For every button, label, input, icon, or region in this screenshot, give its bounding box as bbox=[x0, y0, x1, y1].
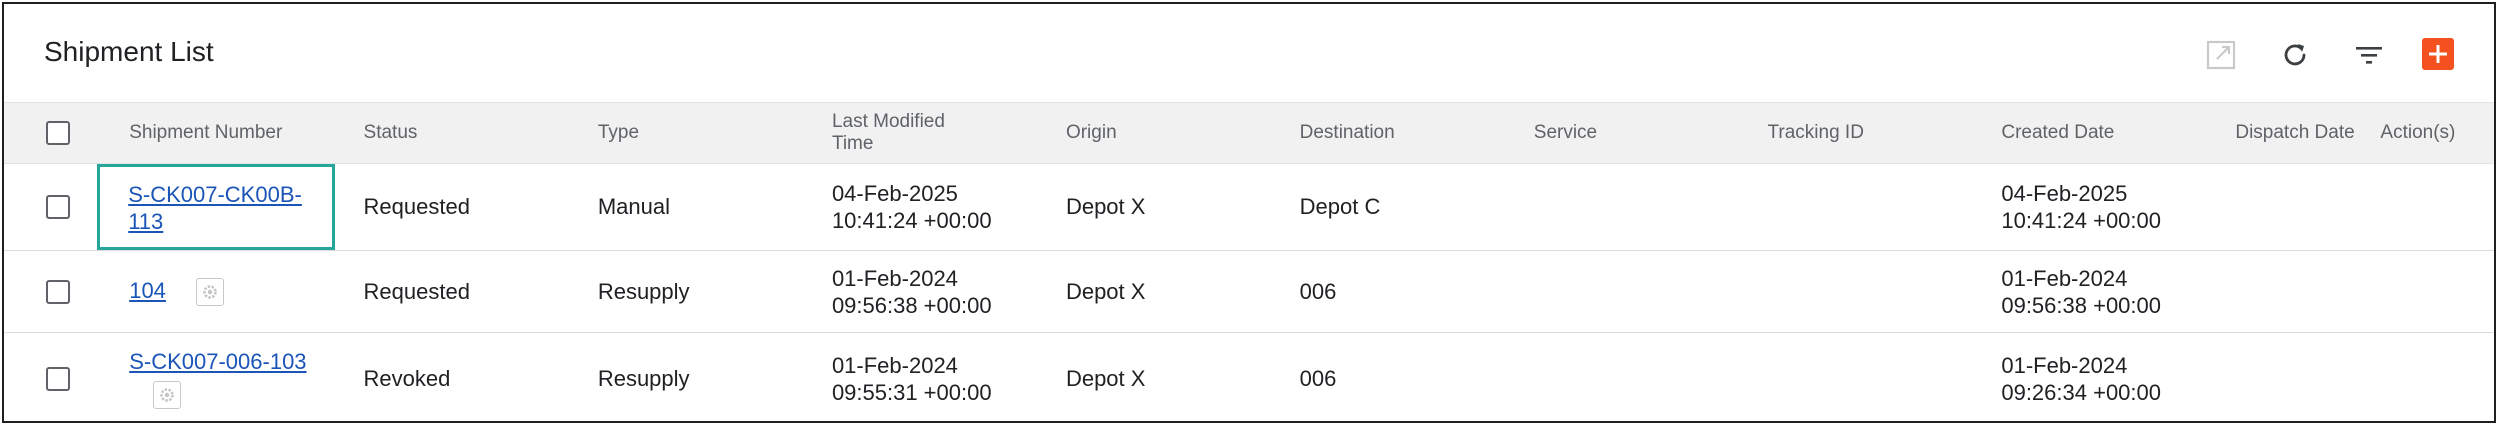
created-time: 10:41:24 +00:00 bbox=[2001, 208, 2161, 233]
column-last-modified-line1: Last Modified bbox=[831, 111, 945, 132]
last-modified-cell: 01-Feb-2024 09:55:31 +00:00 bbox=[832, 333, 1066, 426]
shipment-number-cell: S-CK007-006-103 bbox=[129, 333, 363, 426]
column-dispatch-date[interactable]: Dispatch Date bbox=[2235, 102, 2381, 164]
origin-cell: Depot X bbox=[1065, 366, 1146, 391]
tracking-id-cell bbox=[1767, 250, 2002, 333]
status-cell: Requested bbox=[363, 250, 598, 333]
column-last-modified-time[interactable]: Last Modified Time bbox=[831, 102, 1066, 164]
settings-button[interactable] bbox=[196, 278, 225, 307]
row-checkbox[interactable] bbox=[46, 195, 70, 219]
table-row: S-CK007-006-103 Revoked Resupply 01-Feb-… bbox=[4, 333, 2494, 426]
select-all-checkbox[interactable] bbox=[46, 121, 70, 145]
created-time: 09:26:34 +00:00 bbox=[2001, 380, 2161, 405]
add-shipment-button[interactable] bbox=[2422, 38, 2454, 70]
destination-cell: Depot C bbox=[1299, 163, 1534, 251]
actions-cell bbox=[2380, 250, 2494, 333]
created-date: 01-Feb-2024 bbox=[2001, 353, 2128, 378]
last-modified-cell: 04-Feb-2025 10:41:24 +00:00 bbox=[831, 163, 1066, 251]
tracking-id-cell bbox=[1767, 163, 2002, 251]
created-date: 01-Feb-2024 bbox=[2001, 265, 2128, 291]
created-date: 04-Feb-2025 bbox=[2001, 181, 2128, 206]
gear-icon bbox=[203, 285, 217, 299]
shipment-number-link[interactable]: S-CK007-CK00B- 113 bbox=[128, 182, 302, 234]
column-last-modified-line2: Time bbox=[831, 133, 874, 154]
modified-date: 04-Feb-2025 bbox=[831, 181, 958, 206]
destination-cell: 006 bbox=[1299, 250, 1534, 333]
shipment-number-link[interactable]: 104 bbox=[129, 278, 166, 303]
service-cell bbox=[1533, 163, 1768, 251]
service-cell bbox=[1534, 333, 1768, 426]
column-tracking-id[interactable]: Tracking ID bbox=[1767, 102, 2002, 164]
refresh-icon bbox=[2284, 44, 2306, 66]
add-icon bbox=[2429, 45, 2447, 63]
status-cell: Revoked bbox=[363, 366, 451, 391]
dispatch-date-cell bbox=[2235, 163, 2381, 251]
row-checkbox[interactable] bbox=[46, 367, 70, 391]
modified-time: 09:55:31 +00:00 bbox=[831, 380, 992, 405]
column-actions: Action(s) bbox=[2380, 102, 2494, 164]
gear-icon bbox=[160, 388, 175, 402]
focused-shipment-link-box: S-CK007-CK00B- 113 bbox=[97, 164, 335, 250]
created-date-cell: 04-Feb-2025 10:41:24 +00:00 bbox=[2001, 163, 2236, 251]
column-created-date[interactable]: Created Date bbox=[2001, 102, 2236, 164]
shipment-number-line1: S-CK007-CK00B- bbox=[128, 182, 302, 207]
destination-cell: 006 bbox=[1299, 366, 1337, 391]
external-link-icon bbox=[2206, 40, 2236, 70]
type-cell: Resupply bbox=[597, 366, 690, 391]
column-shipment-number[interactable]: Shipment Number bbox=[129, 102, 364, 164]
shipment-number-link[interactable]: S-CK007-006-103 bbox=[129, 349, 306, 374]
modified-date: 01-Feb-2024 bbox=[831, 353, 958, 378]
filter-button[interactable] bbox=[2350, 36, 2388, 74]
shipment-table: Shipment Number Status Type Last Modifie… bbox=[4, 102, 2494, 425]
row-checkbox[interactable] bbox=[46, 279, 70, 304]
table-row: 104 Requested Resupply 01-Feb-2024 09:56… bbox=[4, 250, 2494, 333]
filter-icon bbox=[2356, 47, 2382, 64]
type-cell: Resupply bbox=[597, 250, 832, 333]
type-cell: Manual bbox=[597, 163, 832, 251]
origin-cell: Depot X bbox=[1065, 163, 1300, 251]
created-time: 09:56:38 +00:00 bbox=[2001, 292, 2161, 318]
dispatch-date-cell bbox=[2235, 333, 2380, 426]
column-status[interactable]: Status bbox=[363, 102, 598, 164]
tracking-id-cell bbox=[1768, 333, 2002, 426]
select-all-cell bbox=[4, 102, 130, 164]
modified-time: 09:56:38 +00:00 bbox=[831, 292, 992, 318]
status-cell: Requested bbox=[363, 163, 598, 251]
service-cell bbox=[1533, 250, 1768, 333]
shipment-number-line2: 113 bbox=[128, 209, 164, 234]
column-destination[interactable]: Destination bbox=[1299, 102, 1534, 164]
actions-cell bbox=[2380, 163, 2494, 251]
table-row: S-CK007-CK00B- 113 Requested Manual 04-Fe… bbox=[4, 163, 2494, 251]
modified-time: 10:41:24 +00:00 bbox=[831, 208, 992, 233]
shipment-number-cell: S-CK007-CK00B- 113 bbox=[97, 163, 364, 251]
refresh-button[interactable] bbox=[2276, 36, 2314, 74]
created-date-cell: 01-Feb-2024 09:26:34 +00:00 bbox=[2001, 333, 2235, 426]
row-select-cell bbox=[4, 333, 129, 426]
column-origin[interactable]: Origin bbox=[1065, 102, 1300, 164]
origin-cell: Depot X bbox=[1065, 250, 1300, 333]
page-header: Shipment List bbox=[4, 4, 2494, 102]
shipment-list-panel: Shipment List Shipment Number Status Typ… bbox=[2, 2, 2496, 423]
shipment-number-cell: 104 bbox=[129, 250, 364, 333]
actions-cell bbox=[2380, 333, 2494, 426]
column-type[interactable]: Type bbox=[597, 102, 832, 164]
dispatch-date-cell bbox=[2235, 250, 2381, 333]
page-title: Shipment List bbox=[44, 36, 214, 67]
row-select-cell bbox=[4, 250, 130, 333]
table-header-row: Shipment Number Status Type Last Modifie… bbox=[4, 102, 2494, 164]
settings-button[interactable] bbox=[153, 381, 182, 409]
created-date-cell: 01-Feb-2024 09:56:38 +00:00 bbox=[2001, 250, 2236, 333]
modified-date: 01-Feb-2024 bbox=[831, 265, 958, 291]
last-modified-cell: 01-Feb-2024 09:56:38 +00:00 bbox=[831, 250, 1066, 333]
column-service[interactable]: Service bbox=[1533, 102, 1768, 164]
external-link-button[interactable] bbox=[2202, 36, 2240, 74]
